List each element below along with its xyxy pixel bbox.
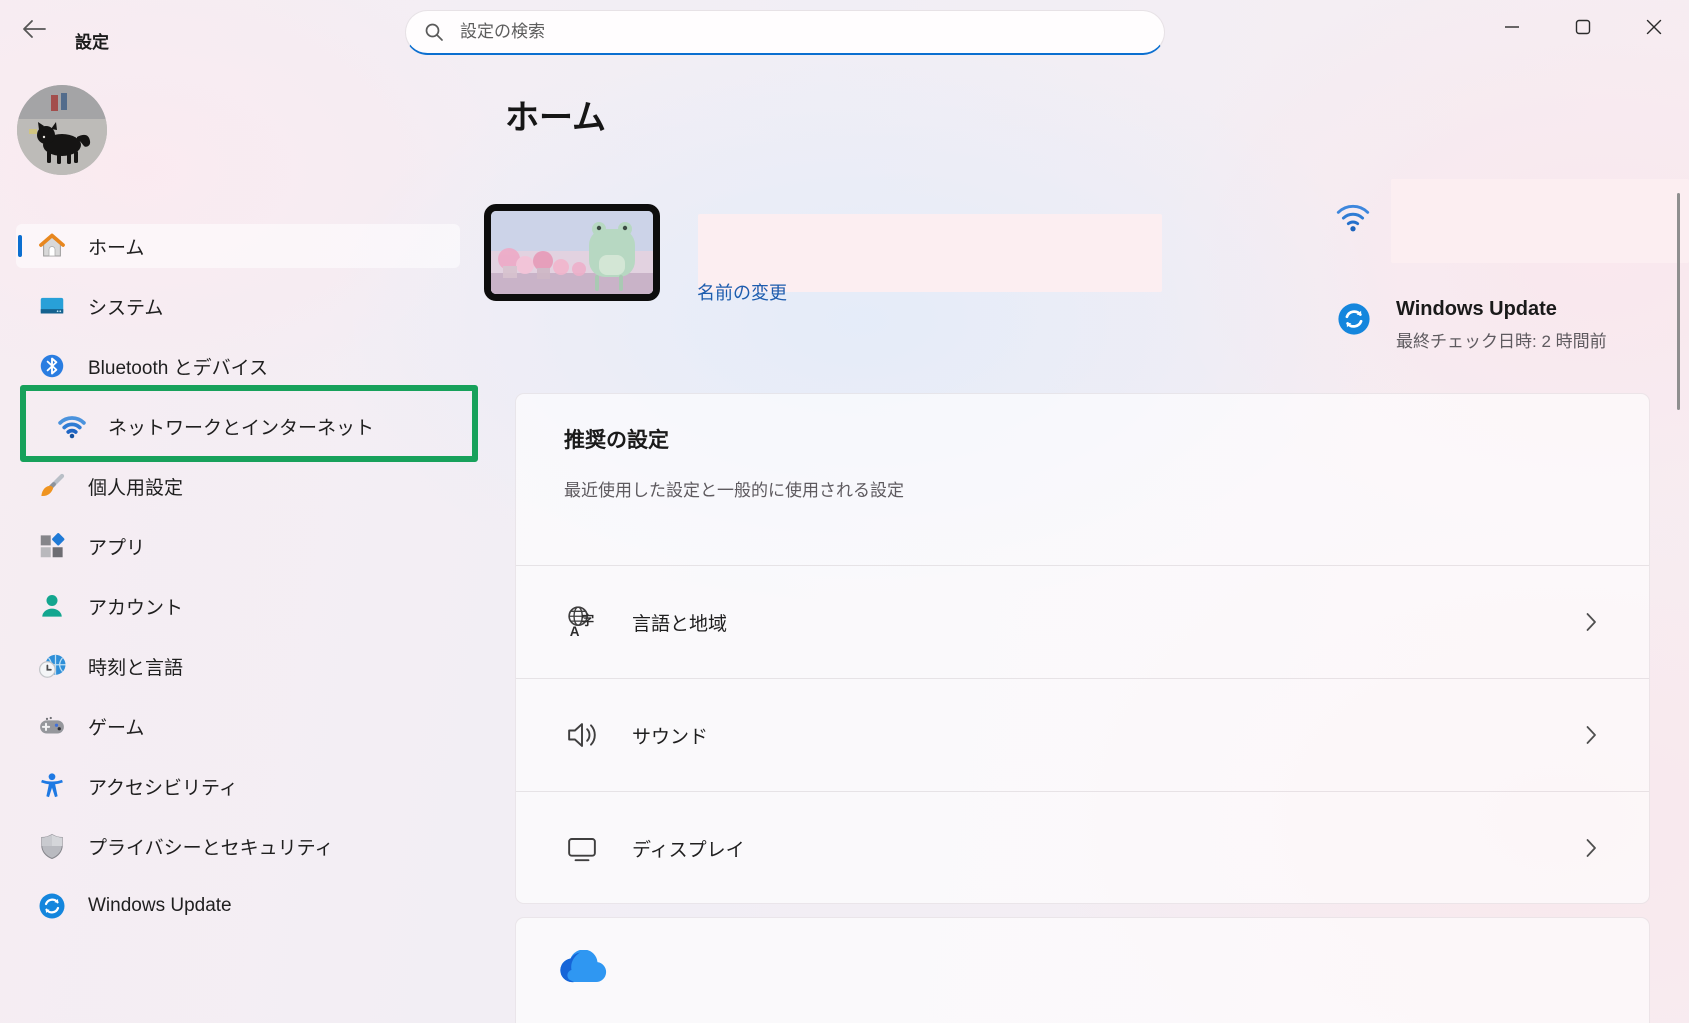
recommended-row-label: 言語と地域 [632,609,727,636]
recommended-row-label: ディスプレイ [632,835,745,862]
rename-device-link[interactable]: 名前の変更 [697,279,787,305]
device-thumbnail [484,204,660,301]
accounts-person-icon [36,590,68,622]
sidebar-item-label: 個人用設定 [88,473,183,500]
window-controls [1476,0,1689,58]
sidebar-item-system[interactable]: システム [16,284,460,328]
windows-update-status-icon [1337,302,1371,336]
sidebar-item-label: Bluetooth とデバイス [88,353,268,380]
maximize-icon [1575,19,1591,40]
language-region-icon: 字 A [564,604,600,640]
sidebar-item-label: 時刻と言語 [88,653,183,680]
sidebar-item-label: ネットワークとインターネット [108,413,374,440]
search-icon [424,22,444,42]
sidebar-item-label: ホーム [88,233,144,260]
sidebar-item-privacy-security[interactable]: プライバシーとセキュリティ [16,824,460,868]
recommended-row-label: サウンド [632,722,708,749]
windows-update-status-text: Windows Update 最終チェック日時: 2 時間前 [1396,298,1607,352]
sidebar-item-network-internet[interactable]: ネットワークとインターネット [16,404,460,448]
system-icon [36,290,68,322]
search-input[interactable] [458,21,1146,43]
display-monitor-icon [564,830,600,866]
sidebar-nav: ホーム システム Bluetooth とデバイス [0,224,480,944]
recommended-settings-header: 推奨の設定 最近使用した設定と一般的に使用される設定 [516,394,1649,565]
app-title: 設定 [75,28,109,53]
cloud-icon [560,950,608,989]
cloud-storage-card[interactable] [515,917,1650,1023]
close-icon [1646,19,1662,40]
sidebar-item-label: プライバシーとセキュリティ [88,833,333,860]
user-avatar [17,85,107,175]
page-title: ホーム [505,90,606,139]
windows-update-status-tile[interactable]: Windows Update 最終チェック日時: 2 時間前 [1337,298,1607,352]
minimize-icon [1504,19,1520,40]
svg-text:A: A [570,624,580,639]
recommended-row-language-region[interactable]: 字 A 言語と地域 [516,565,1649,678]
back-arrow-icon [21,18,47,45]
sidebar-item-personalization[interactable]: 個人用設定 [16,464,460,508]
network-wifi-icon [56,410,88,442]
home-icon [36,230,68,262]
close-button[interactable] [1618,0,1689,58]
back-button[interactable] [12,14,56,48]
recommended-row-display[interactable]: ディスプレイ [516,791,1649,904]
sidebar-item-time-language[interactable]: 時刻と言語 [16,644,460,688]
sound-speaker-icon [564,717,600,753]
bluetooth-icon [36,350,68,382]
windows-update-status-title: Windows Update [1396,298,1607,321]
apps-icon [36,530,68,562]
recommended-settings-subtitle: 最近使用した設定と一般的に使用される設定 [564,476,1601,501]
title-bar: 設定 [0,0,1689,60]
chevron-right-icon [1586,612,1597,632]
sidebar-item-home[interactable]: ホーム [16,224,460,268]
sidebar-item-label: アカウント [88,593,183,620]
sidebar-item-gaming[interactable]: ゲーム [16,704,460,748]
accessibility-person-icon [36,770,68,802]
redacted-network-name [1391,179,1689,263]
sidebar-item-windows-update[interactable]: Windows Update [16,884,460,928]
windows-update-icon [36,890,68,922]
sidebar-item-label: システム [88,293,163,320]
sidebar-item-apps[interactable]: アプリ [16,524,460,568]
privacy-shield-icon [36,830,68,862]
recommended-settings-card: 推奨の設定 最近使用した設定と一般的に使用される設定 字 A 言語と地域 [515,393,1650,904]
settings-window: 設定 [0,0,1689,1023]
sidebar-item-accessibility[interactable]: アクセシビリティ [16,764,460,808]
sidebar-item-label: アプリ [88,533,145,560]
windows-update-status-subtitle: 最終チェック日時: 2 時間前 [1396,327,1607,352]
chevron-right-icon [1586,725,1597,745]
minimize-button[interactable] [1476,0,1547,58]
sidebar-item-label: アクセシビリティ [88,773,238,800]
sidebar-item-accounts[interactable]: アカウント [16,584,460,628]
svg-text:字: 字 [581,613,594,628]
wifi-status-icon [1334,200,1372,239]
recommended-settings-title: 推奨の設定 [564,424,1601,454]
search-box [405,10,1165,55]
maximize-button[interactable] [1547,0,1618,58]
chevron-right-icon [1586,838,1597,858]
gaming-gamepad-icon [36,710,68,742]
sidebar-item-label: ゲーム [88,713,144,740]
personalization-brush-icon [36,470,68,502]
recommended-row-sound[interactable]: サウンド [516,678,1649,791]
sidebar-item-bluetooth-devices[interactable]: Bluetooth とデバイス [16,344,460,388]
sidebar-item-label: Windows Update [88,895,232,917]
time-language-icon [36,650,68,682]
vertical-scrollbar-thumb[interactable] [1677,193,1680,410]
selected-indicator [18,235,22,257]
